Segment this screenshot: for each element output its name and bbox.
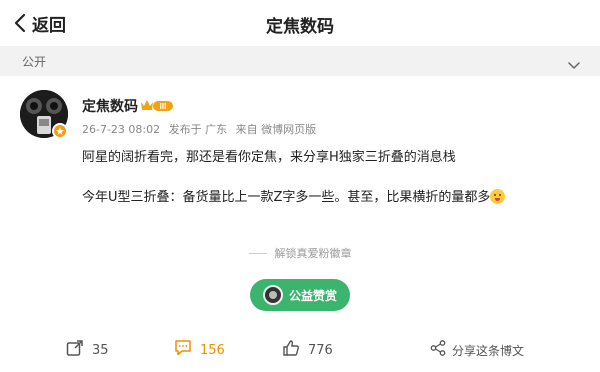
repost-icon: [66, 339, 84, 361]
visibility-label: 公开: [22, 55, 47, 69]
post-paragraph: 阿星的阔折看完，那还是看你定焦，来分享H独家三折叠的消息栈: [82, 150, 456, 165]
thumbs-up-icon: [282, 339, 300, 361]
repost-button[interactable]: 35: [66, 336, 109, 364]
reward-avatar: [262, 285, 283, 305]
comment-icon: [174, 339, 192, 361]
fan-badge-divider[interactable]: 解锁真爱粉徽章: [0, 243, 600, 263]
repost-count: 35: [92, 342, 109, 358]
member-level-text: III: [160, 102, 167, 111]
username[interactable]: 定焦数码: [82, 96, 138, 116]
top-bar: 返回 定焦数码: [0, 0, 600, 46]
like-count: 776: [308, 342, 333, 358]
fan-badge-label: 解锁真爱粉徽章: [274, 247, 352, 260]
share-icon: [430, 340, 446, 360]
post-location: 发布于 广东: [168, 123, 228, 136]
post-source: 来自 微博网页版: [235, 123, 317, 136]
verified-icon: [52, 123, 68, 139]
divider-line: [248, 252, 267, 254]
chevron-down-icon[interactable]: [568, 55, 580, 74]
post-time: 26-7-23 08:02: [82, 123, 161, 136]
share-label: 分享这条博文: [452, 343, 525, 358]
page-title: 定焦数码: [266, 17, 334, 37]
action-bar: 35 156 776 分享这条博文: [0, 336, 600, 364]
post-paragraph: 今年U型三折叠：备货量比上一款Z字多一些。甚至，比果横折的量都多: [82, 188, 582, 208]
post-content: 阿星的阔折看完，那还是看你定焦，来分享H独家三折叠的消息栈 今年U型三折叠：备货…: [82, 148, 582, 208]
share-button[interactable]: 分享这条博文: [430, 336, 524, 364]
reward-button[interactable]: 公益赞赏: [250, 279, 350, 311]
reward-label: 公益赞赏: [288, 288, 337, 303]
laughing-emoji-icon: [490, 189, 506, 204]
like-button[interactable]: 776: [282, 336, 333, 364]
member-level-badge[interactable]: III: [140, 97, 174, 116]
post-meta: 26-7-23 08:02 发布于 广东 来自 微博网页版: [82, 121, 321, 137]
comment-count: 156: [200, 342, 225, 358]
comment-button[interactable]: 156: [174, 336, 225, 364]
visibility-bar[interactable]: 公开: [0, 46, 600, 76]
post-paragraph-text: 今年U型三折叠：备货量比上一款Z字多一些。甚至，比果横折的量都多: [82, 190, 491, 205]
